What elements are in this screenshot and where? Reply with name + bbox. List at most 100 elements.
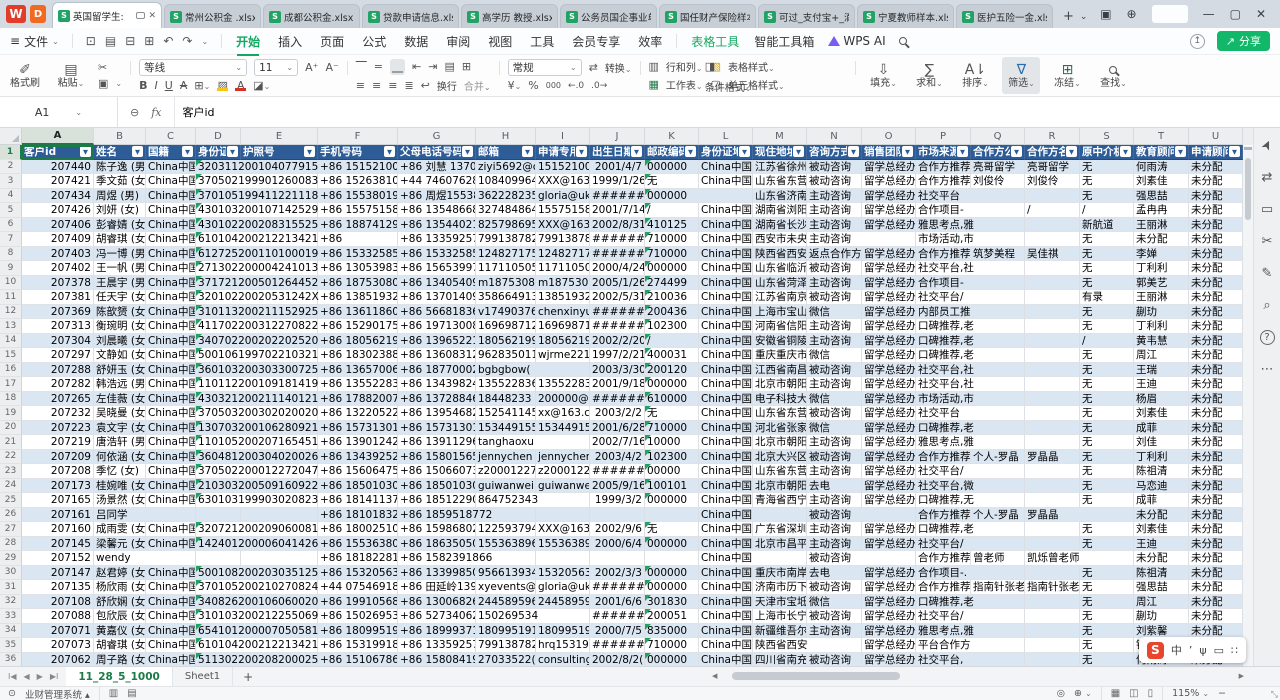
cell[interactable]: 吕同学 (94, 508, 146, 523)
cell[interactable]: consultingx (536, 653, 590, 667)
cell[interactable]: 指南针张老 (1025, 580, 1080, 595)
cell[interactable]: 合作方推荐 (916, 508, 971, 523)
cell[interactable]: China中国 (146, 377, 196, 392)
cell[interactable]: 无 (1080, 580, 1134, 595)
formula-input[interactable]: 客户id (174, 97, 223, 127)
cell[interactable]: 130703200106280921 (196, 421, 241, 436)
cell[interactable]: 蒯玏 (1134, 609, 1189, 624)
cell[interactable]: 无 (1080, 421, 1134, 436)
cell[interactable]: 180562199 (476, 334, 536, 349)
cell[interactable]: 未分配 (1189, 348, 1243, 363)
row-header-34[interactable]: 34 (0, 624, 22, 639)
cell[interactable]: 2002/3/3 (590, 566, 645, 581)
row-header-13[interactable]: 13 (0, 319, 22, 334)
cell[interactable]: 王迪 (1134, 537, 1189, 552)
close-button[interactable]: ✕ (1256, 7, 1266, 21)
cell[interactable]: 去电 (807, 479, 862, 494)
cell[interactable]: 207409 (22, 232, 94, 247)
cell[interactable]: 152541145 (476, 406, 536, 421)
cell[interactable]: 未分配 (1189, 537, 1243, 552)
cell[interactable]: 244589596 (536, 595, 590, 610)
horizontal-scrollbar[interactable]: ◀ ▶ (712, 672, 1244, 680)
collapse-formula-icon[interactable]: ⊖ (130, 106, 139, 119)
cell[interactable]: 000000 (645, 377, 699, 392)
cell[interactable]: wendy (94, 551, 146, 566)
cell[interactable]: 季文茹 (女 (94, 174, 146, 189)
column-header-O[interactable]: O (862, 128, 916, 145)
cell[interactable]: +86 56681836 (398, 305, 476, 320)
cell[interactable]: 500108200203035125 (196, 566, 241, 581)
cell[interactable]: 207165 (22, 493, 94, 508)
eye-icon[interactable]: ◎ (1057, 688, 1065, 699)
save-icon[interactable]: ⊡ (86, 34, 96, 48)
cell[interactable]: 207421 (22, 174, 94, 189)
cell[interactable]: +86 15731301 (318, 421, 398, 436)
cell[interactable]: 社交平台/ (916, 609, 971, 624)
fill-color-button[interactable]: ▨ (217, 81, 228, 91)
filter-dropdown-icon[interactable]: ▼ (1011, 146, 1022, 157)
cell[interactable]: 207369 (22, 305, 94, 320)
redo-icon[interactable]: ↷ (182, 34, 192, 48)
cell[interactable]: 王瑞 (1134, 363, 1189, 378)
preview-icon[interactable]: ⊞ (144, 34, 154, 48)
cell[interactable]: 主动咨询 (807, 319, 862, 334)
cell[interactable]: 留学总经办 (862, 537, 916, 552)
cell[interactable]: 630103199903020823 (196, 493, 241, 508)
cell[interactable]: 18448233 (476, 392, 536, 407)
cell[interactable]: 未分配 (1189, 377, 1243, 392)
cell[interactable]: 207406 (22, 218, 94, 233)
cell[interactable]: 安徽省铜陵 (753, 334, 807, 349)
select-cursor-icon[interactable]: ➤ (1258, 137, 1276, 153)
cell[interactable]: +86 13220522 (318, 406, 398, 421)
cell[interactable]: 周子路 (女 (94, 653, 146, 667)
cell[interactable]: 山东省东营 (753, 406, 807, 421)
cell[interactable]: 无 (1080, 189, 1134, 204)
cell[interactable]: 留学总经办 (862, 624, 916, 639)
cell[interactable]: China中国 (699, 551, 753, 566)
cell[interactable]: 未分配 (1189, 493, 1243, 508)
header-cell[interactable]: 申请专用▼ (536, 145, 590, 160)
cell[interactable]: +86 1354402198 (398, 218, 476, 233)
column-header-T[interactable]: T (1134, 128, 1189, 145)
cell[interactable]: China中国 (699, 363, 753, 378)
cell[interactable]: 000000 (645, 566, 699, 581)
cell[interactable]: 胡睿琪 (女 (94, 638, 146, 653)
cell[interactable] (1025, 609, 1080, 624)
cell[interactable]: 207288 (22, 363, 94, 378)
cell[interactable]: ######## (590, 247, 645, 262)
cell[interactable] (1025, 653, 1080, 667)
cell[interactable]: 2002/5/31 (590, 290, 645, 305)
cell[interactable]: 电子科技大 (753, 392, 807, 407)
menu-item-页面[interactable]: 页面 (319, 31, 345, 52)
cell[interactable]: 未分配 (1189, 406, 1243, 421)
cell[interactable]: jennychen (536, 450, 590, 465)
cell[interactable] (1025, 218, 1080, 233)
cell[interactable] (645, 551, 699, 566)
cell[interactable]: 社交平台/ (916, 290, 971, 305)
underline-button[interactable]: U (165, 79, 173, 92)
cell[interactable]: 370105199411221118 (196, 189, 241, 204)
font-color-button[interactable]: A (235, 81, 246, 91)
cell[interactable]: 王晨宇 (男 (94, 276, 146, 291)
cell[interactable]: 周江 (1134, 595, 1189, 610)
add-sheet-button[interactable]: + (233, 670, 263, 684)
cell[interactable]: +86 18099519 (318, 624, 398, 639)
page-layout-view-icon[interactable]: ◫ (1129, 688, 1138, 699)
header-cell[interactable]: 姓名▼ (94, 145, 146, 160)
cell[interactable]: 周江 (1134, 348, 1189, 363)
tab-table-tools[interactable]: 表格工具 (690, 31, 740, 52)
recenter-icon[interactable]: ⊕ ⌄ (1074, 688, 1092, 699)
cell[interactable]: 凯烁曾老师 (1025, 551, 1080, 566)
cell[interactable]: 社交平台 (916, 189, 971, 204)
cell[interactable]: China中国 (699, 450, 753, 465)
row-header-4[interactable]: 4 (0, 189, 22, 204)
cell[interactable]: 138519326 (536, 290, 590, 305)
cell[interactable]: China中国 (699, 624, 753, 639)
cell[interactable]: 207147 (22, 566, 94, 581)
cell[interactable]: 被动咨询 (807, 290, 862, 305)
cell[interactable]: 无 (1080, 232, 1134, 247)
header-cell[interactable]: 原中介机构▼ (1080, 145, 1134, 160)
cell[interactable]: 无 (1080, 435, 1134, 450)
cell[interactable] (971, 261, 1025, 276)
cell[interactable]: 000000 (645, 493, 699, 508)
